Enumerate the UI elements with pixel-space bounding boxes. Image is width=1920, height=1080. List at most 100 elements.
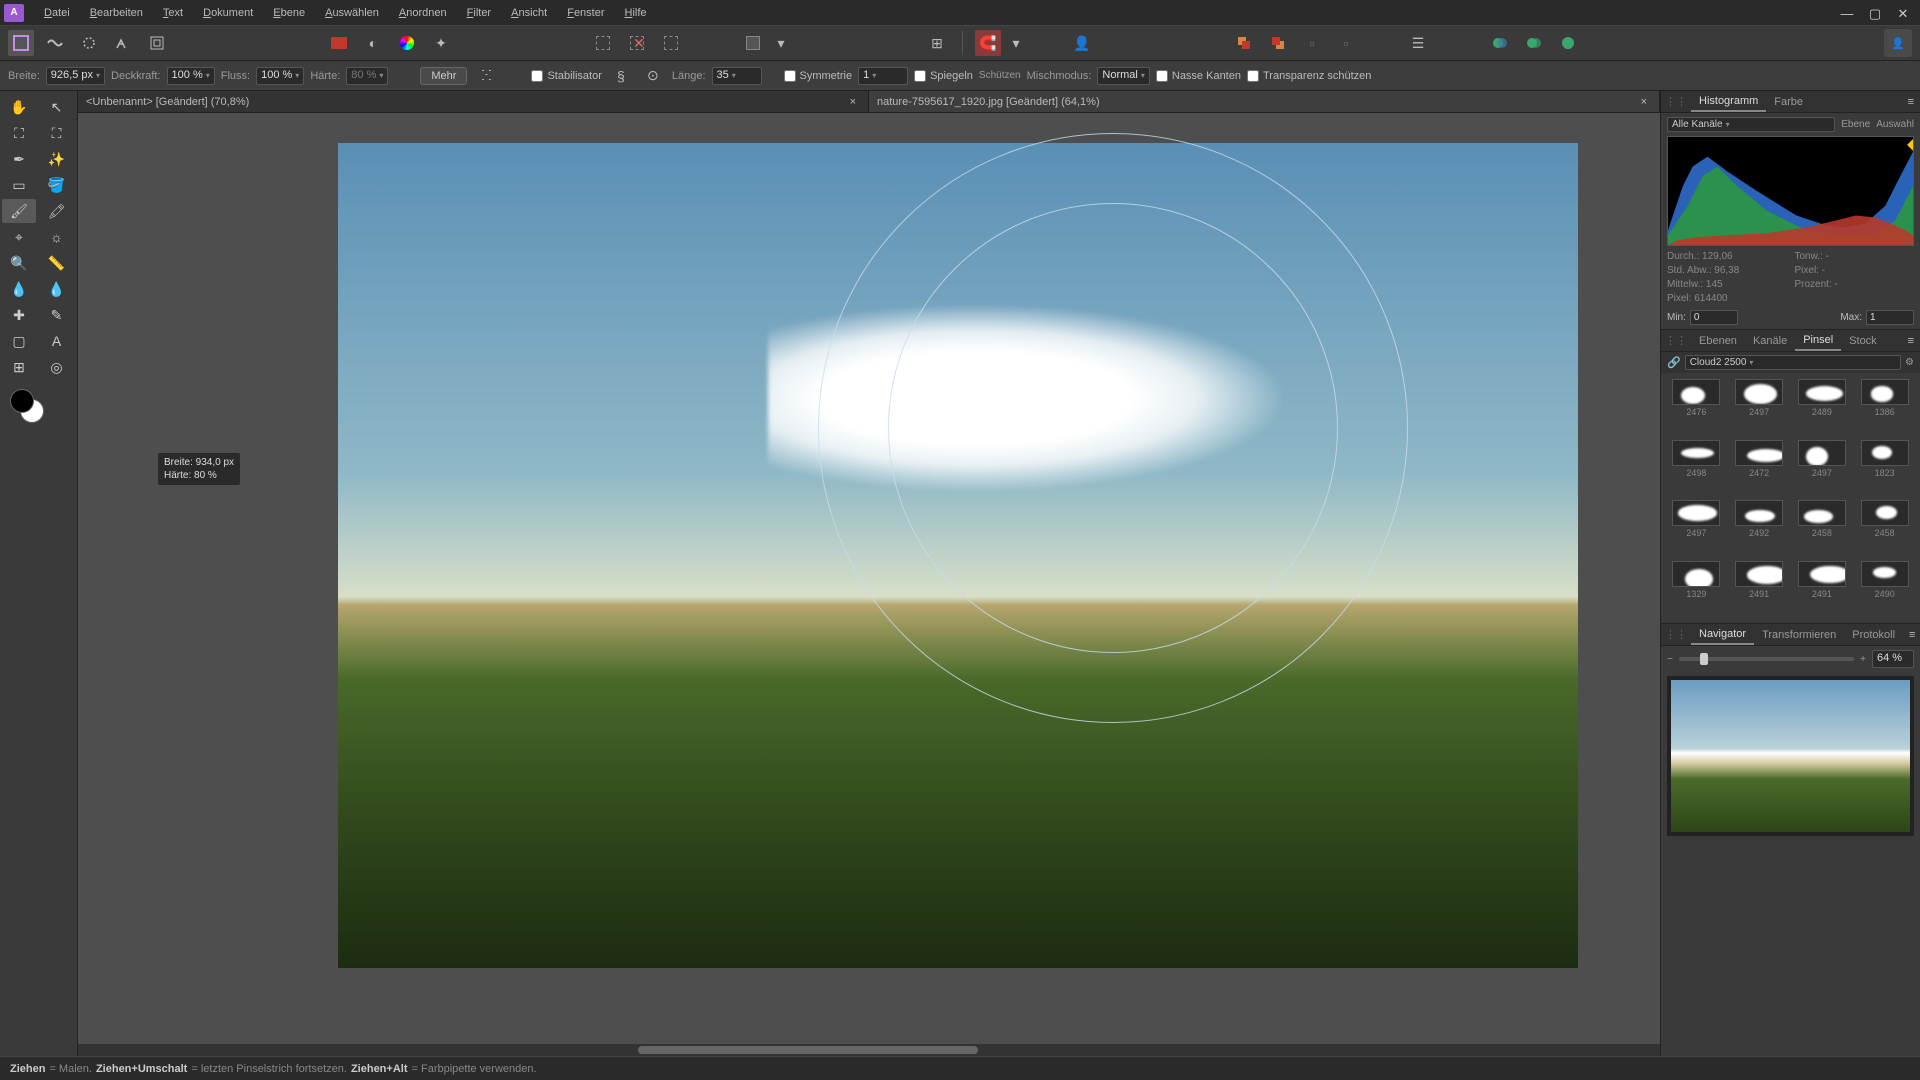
histo-max-input[interactable]	[1866, 310, 1914, 325]
healing-brush-icon[interactable]: ✚	[2, 303, 36, 327]
eyedropper-icon[interactable]: 💧	[2, 277, 36, 301]
assistant-icon[interactable]: 👤	[1069, 30, 1095, 56]
rope-mode-icon[interactable]: §	[608, 63, 634, 89]
symmetry-check[interactable]: Symmetrie	[784, 70, 853, 82]
wetedges-check[interactable]: Nasse Kanten	[1156, 70, 1241, 82]
brush-preset[interactable]: 2498	[1667, 440, 1726, 497]
pressure-icon[interactable]: ⵘ	[473, 63, 499, 89]
shape-tool-icon[interactable]: ▢	[2, 329, 36, 353]
zoom-out-button[interactable]: −	[1667, 654, 1673, 665]
arrange-front-icon[interactable]	[1231, 30, 1257, 56]
menu-datei[interactable]: Datei	[34, 3, 80, 23]
close-icon[interactable]: ✕	[1896, 6, 1910, 20]
snapping-icon[interactable]: 🧲	[975, 30, 1001, 56]
tab-history[interactable]: Protokoll	[1844, 626, 1903, 644]
tab-color[interactable]: Farbe	[1766, 93, 1811, 111]
tab-channels[interactable]: Kanäle	[1745, 332, 1795, 350]
selection-dashed-icon[interactable]	[590, 30, 616, 56]
brush-preset[interactable]: 2458	[1793, 500, 1852, 557]
clone-brush-icon[interactable]: ⌖	[2, 225, 36, 249]
blur-tool-icon[interactable]: 💧	[40, 277, 74, 301]
menu-fenster[interactable]: Fenster	[557, 3, 614, 23]
fg-swatch[interactable]	[10, 389, 34, 413]
tab-transform[interactable]: Transformieren	[1754, 626, 1844, 644]
target-tool-icon[interactable]: ◎	[40, 355, 74, 379]
develop-persona-icon[interactable]	[76, 30, 102, 56]
close-tab-icon[interactable]: ×	[1637, 96, 1651, 108]
mesh-warp-icon[interactable]: ⊞	[2, 355, 36, 379]
auto-wb-icon[interactable]: ✦	[428, 30, 454, 56]
crop-toggle-icon[interactable]: ⊞	[924, 30, 950, 56]
drag-handle-icon[interactable]: ⋮⋮	[1661, 334, 1691, 347]
document-tab[interactable]: nature-7595617_1920.jpg [Geändert] (64,1…	[869, 91, 1660, 112]
maximize-icon[interactable]: ▢	[1868, 6, 1882, 20]
brush-preset[interactable]: 2458	[1855, 500, 1914, 557]
stabilizer-check[interactable]: Stabilisator	[531, 70, 601, 82]
flow-input[interactable]: 100 %	[256, 67, 304, 85]
menu-ebene[interactable]: Ebene	[263, 3, 315, 23]
swatch-square-icon[interactable]	[326, 30, 352, 56]
brush-preset[interactable]: 2497	[1730, 379, 1789, 436]
brush-preset[interactable]: 2492	[1730, 500, 1789, 557]
menu-dokument[interactable]: Dokument	[193, 3, 263, 23]
tab-stock[interactable]: Stock	[1841, 332, 1885, 350]
brush-preset[interactable]: 1329	[1667, 561, 1726, 618]
pen-tool-icon[interactable]: ✎	[40, 303, 74, 327]
paint-brush-icon[interactable]: 🖌	[2, 199, 36, 223]
menu-anordnen[interactable]: Anordnen	[389, 3, 457, 23]
autolevels-icon[interactable]: ◐	[360, 30, 386, 56]
menu-ansicht[interactable]: Ansicht	[501, 3, 557, 23]
dodge-tool-icon[interactable]: ☼	[40, 225, 74, 249]
hand-tool-icon[interactable]: ✋	[2, 95, 36, 119]
brush-preset[interactable]: 2497	[1793, 440, 1852, 497]
panel-menu-icon[interactable]: ≡	[1902, 335, 1920, 347]
tab-navigator[interactable]: Navigator	[1691, 625, 1754, 645]
flood-select-icon[interactable]: ✨	[40, 147, 74, 171]
brush-set-select[interactable]: Cloud2 2500	[1685, 355, 1901, 370]
crop-tool-icon[interactable]: ⛶	[40, 121, 74, 145]
text-tool-icon[interactable]: A	[40, 329, 74, 353]
move-tool-icon[interactable]: ↖	[40, 95, 74, 119]
menu-filter[interactable]: Filter	[457, 3, 501, 23]
erase-brush-icon[interactable]: 🖍	[40, 199, 74, 223]
blendmode-select[interactable]: Normal	[1097, 67, 1149, 85]
protect-button[interactable]: Schützen	[979, 70, 1021, 81]
opacity-input[interactable]: 100 %	[167, 67, 215, 85]
tab-brushes[interactable]: Pinsel	[1795, 331, 1841, 351]
quickmask-drop-icon[interactable]: ▾	[774, 30, 788, 56]
more-button[interactable]: Mehr	[420, 67, 467, 85]
ebene-button[interactable]: Ebene	[1841, 119, 1870, 130]
canvas-viewport[interactable]: Breite: 934,0 px Härte: 80 %	[78, 113, 1660, 1056]
symmetry-input[interactable]: 1	[858, 67, 908, 85]
marquee-tool-icon[interactable]: ▭	[2, 173, 36, 197]
zoom-slider[interactable]	[1679, 657, 1854, 661]
panel-menu-icon[interactable]: ≡	[1902, 96, 1920, 108]
auswahl-button[interactable]: Auswahl	[1876, 119, 1914, 130]
brush-preset[interactable]: 2489	[1793, 379, 1852, 436]
navigator-preview[interactable]	[1667, 676, 1914, 836]
width-input[interactable]: 926,5 px	[46, 67, 105, 85]
photo-persona-icon[interactable]	[8, 30, 34, 56]
link-icon[interactable]: 🔗	[1667, 356, 1681, 369]
window-mode-icon[interactable]: ⊙	[640, 63, 666, 89]
stock2-icon[interactable]	[1521, 30, 1547, 56]
zoom-tool-icon[interactable]: 🔍	[2, 251, 36, 275]
histo-min-input[interactable]	[1690, 310, 1738, 325]
drag-handle-icon[interactable]: ⋮⋮	[1661, 95, 1691, 108]
tone-map-persona-icon[interactable]	[110, 30, 136, 56]
protect-alpha-check[interactable]: Transparenz schützen	[1247, 70, 1371, 82]
close-tab-icon[interactable]: ×	[846, 96, 860, 108]
channel-select[interactable]: Alle Kanäle	[1667, 117, 1835, 132]
zoom-input[interactable]: 64 %	[1872, 650, 1914, 668]
h-scrollbar[interactable]	[78, 1044, 1660, 1056]
brush-preset[interactable]: 2476	[1667, 379, 1726, 436]
drag-handle-icon[interactable]: ⋮⋮	[1661, 628, 1691, 641]
stock1-icon[interactable]	[1487, 30, 1513, 56]
menu-text[interactable]: Text	[153, 3, 193, 23]
selection-all-icon[interactable]	[658, 30, 684, 56]
brush-options-icon[interactable]: ⚙	[1905, 357, 1914, 368]
export-persona-icon[interactable]	[144, 30, 170, 56]
color-picker-icon[interactable]: ⛶	[2, 121, 36, 145]
tab-layers[interactable]: Ebenen	[1691, 332, 1745, 350]
brush-preset[interactable]: 2472	[1730, 440, 1789, 497]
